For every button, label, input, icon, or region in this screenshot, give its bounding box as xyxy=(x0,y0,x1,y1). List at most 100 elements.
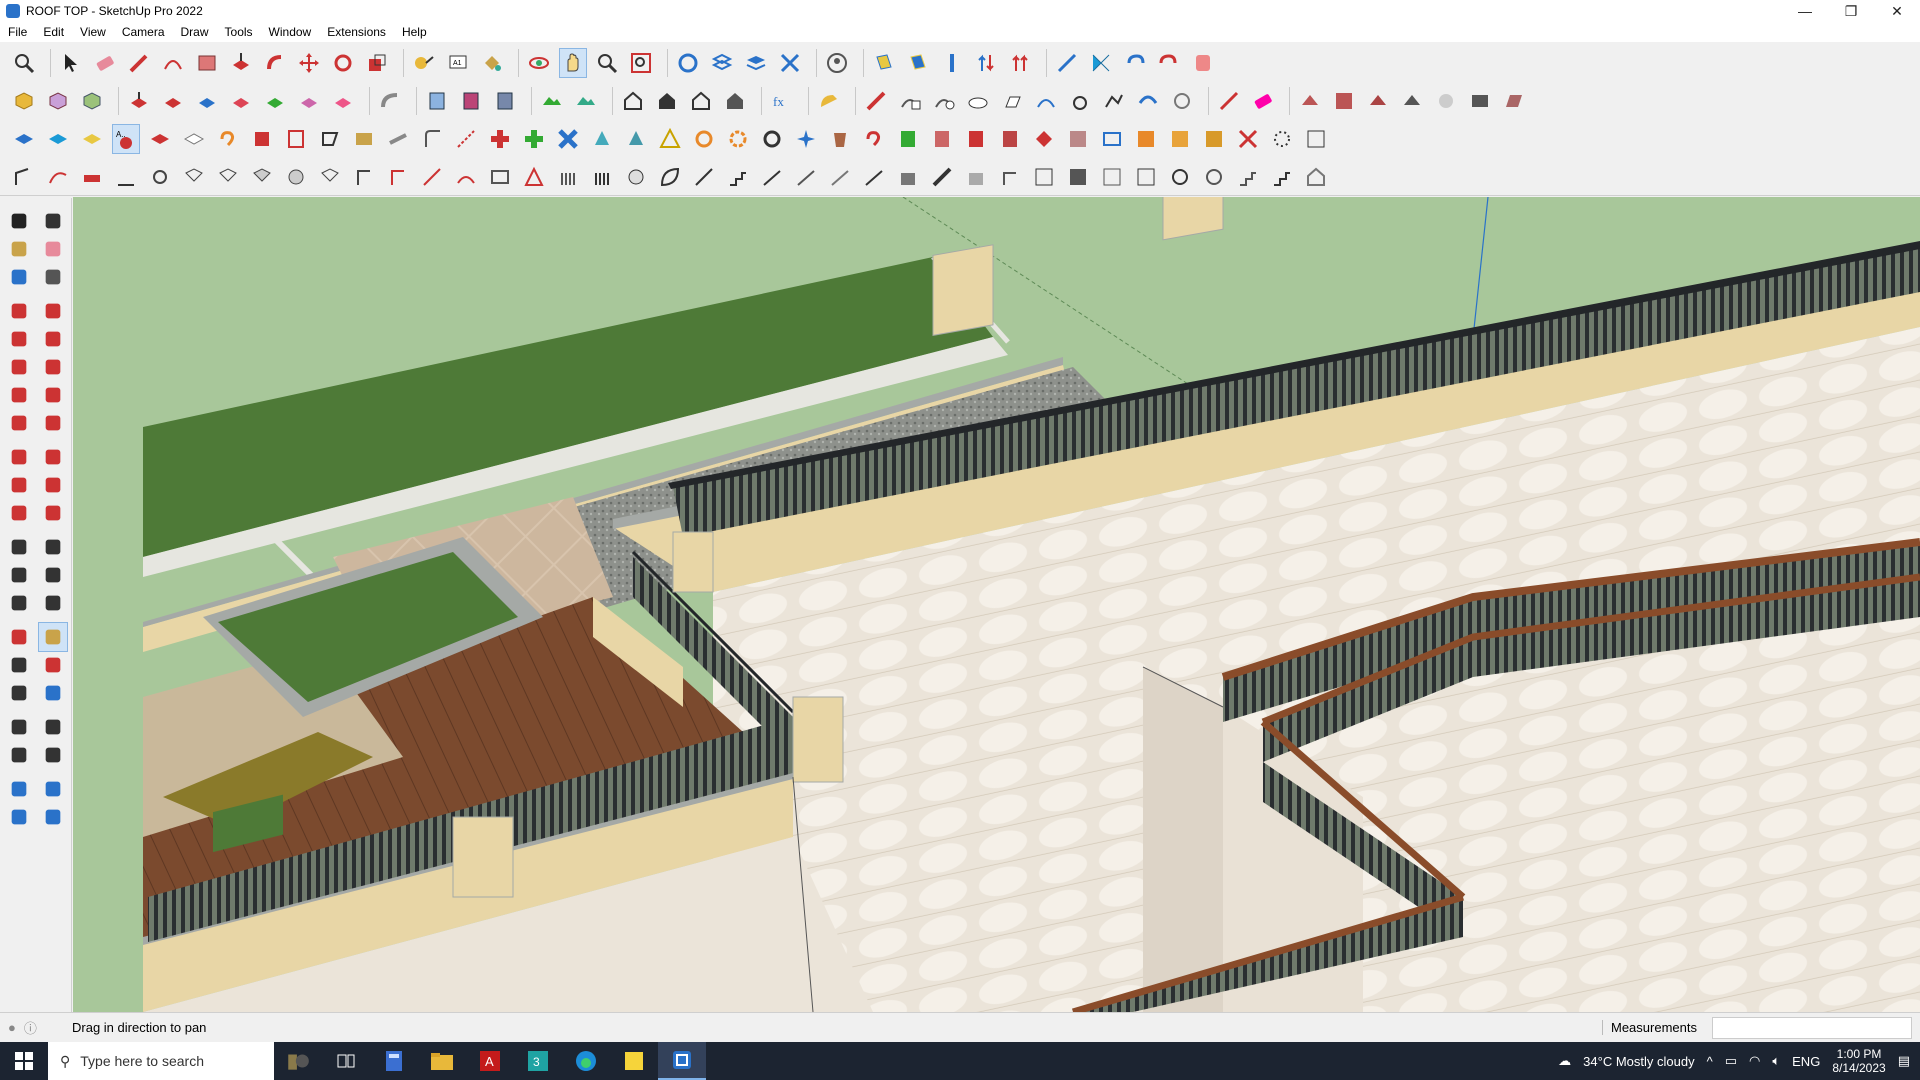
pan-icon[interactable] xyxy=(38,622,68,652)
warning-icon[interactable] xyxy=(656,124,684,154)
spiral-2-icon[interactable] xyxy=(1166,162,1194,192)
push-down-icon[interactable] xyxy=(1006,48,1034,78)
orbit-icon[interactable] xyxy=(4,622,34,652)
components-icon[interactable] xyxy=(708,48,736,78)
section-icon[interactable] xyxy=(870,48,898,78)
zoom-extents-icon[interactable] xyxy=(627,48,655,78)
zoom-icon[interactable] xyxy=(10,48,38,78)
taskbar-search[interactable]: ⚲ Type here to search xyxy=(48,1042,274,1080)
rotate-icon[interactable] xyxy=(4,470,34,500)
house-6-icon[interactable] xyxy=(928,162,956,192)
protractor-icon[interactable] xyxy=(4,560,34,590)
tile-3-icon[interactable] xyxy=(1200,124,1228,154)
move-icon[interactable] xyxy=(295,48,323,78)
text-icon[interactable] xyxy=(38,560,68,590)
warehouse-icon[interactable] xyxy=(4,774,34,804)
car-icon[interactable] xyxy=(78,162,106,192)
volume-icon[interactable]: 🔈︎ xyxy=(1772,1053,1780,1069)
component-icon[interactable] xyxy=(4,262,34,292)
file-explorer-icon[interactable] xyxy=(418,1042,466,1080)
pan-icon[interactable] xyxy=(559,48,587,78)
redo-icon[interactable] xyxy=(1155,48,1183,78)
curve-tool-2-icon[interactable] xyxy=(44,162,72,192)
menu-draw[interactable]: Draw xyxy=(173,25,217,39)
grid-4-icon[interactable] xyxy=(1064,162,1092,192)
walk-icon[interactable] xyxy=(4,740,34,770)
shape-4-icon[interactable] xyxy=(282,162,310,192)
rectangle-icon[interactable] xyxy=(4,324,34,354)
red-arrow-icon[interactable] xyxy=(1215,86,1243,116)
circle-icon[interactable] xyxy=(4,352,34,382)
roof-3-icon[interactable] xyxy=(1398,86,1426,116)
house-4-icon[interactable] xyxy=(721,86,749,116)
look-around-icon[interactable] xyxy=(38,712,68,742)
grab-icon[interactable] xyxy=(622,162,650,192)
circle-shape-icon[interactable] xyxy=(930,86,958,116)
select-icon[interactable] xyxy=(4,206,34,236)
extension-icon[interactable] xyxy=(38,774,68,804)
shape-icon[interactable] xyxy=(180,162,208,192)
push-up-icon[interactable] xyxy=(972,48,1000,78)
ramp-icon[interactable] xyxy=(758,162,786,192)
model-viewport[interactable] xyxy=(73,197,1920,1012)
notifications-icon[interactable]: ▤ xyxy=(1898,1053,1910,1069)
box-icon[interactable] xyxy=(10,86,38,116)
solid-icon[interactable] xyxy=(78,86,106,116)
weather-text[interactable]: 34°C Mostly cloudy xyxy=(1583,1054,1694,1069)
red-tool-3-icon[interactable] xyxy=(996,124,1024,154)
red-cross-icon[interactable] xyxy=(486,124,514,154)
menu-edit[interactable]: Edit xyxy=(35,25,72,39)
previous-icon[interactable] xyxy=(38,678,68,708)
section-icon[interactable] xyxy=(38,740,68,770)
bucket-icon[interactable] xyxy=(826,124,854,154)
grid-2-icon[interactable] xyxy=(1302,124,1330,154)
leaf-2-icon[interactable] xyxy=(690,162,718,192)
triangle-icon[interactable] xyxy=(520,162,548,192)
rotate-icon[interactable] xyxy=(329,48,357,78)
bezier-icon[interactable] xyxy=(452,124,480,154)
battery-icon[interactable]: ▭ xyxy=(1725,1053,1737,1069)
sticky-notes-icon[interactable] xyxy=(610,1042,658,1080)
house-8-icon[interactable] xyxy=(996,162,1024,192)
shape-5-icon[interactable] xyxy=(316,162,344,192)
tile-icon[interactable] xyxy=(1132,124,1160,154)
outer-shell-icon[interactable] xyxy=(295,86,323,116)
grid-6-icon[interactable] xyxy=(1132,162,1160,192)
zoom-extents-icon[interactable] xyxy=(4,678,34,708)
home-icon[interactable] xyxy=(1302,162,1330,192)
red-loop-icon[interactable] xyxy=(860,124,888,154)
roof-2-icon[interactable] xyxy=(1364,86,1392,116)
sketchup-taskbar-icon[interactable] xyxy=(658,1042,706,1080)
offset-icon[interactable] xyxy=(38,498,68,528)
calculator-icon[interactable] xyxy=(370,1042,418,1080)
intersect-icon[interactable] xyxy=(193,86,221,116)
wifi-icon[interactable]: ◠ xyxy=(1749,1053,1760,1069)
line-icon[interactable] xyxy=(4,296,34,326)
spiral-icon[interactable] xyxy=(1066,86,1094,116)
lasso-icon[interactable] xyxy=(38,206,68,236)
text-icon[interactable]: A1 xyxy=(444,48,472,78)
freehand-icon[interactable] xyxy=(38,296,68,326)
subtract-icon[interactable] xyxy=(159,86,187,116)
trim-icon[interactable] xyxy=(227,86,255,116)
union-icon[interactable] xyxy=(125,86,153,116)
hand-icon[interactable] xyxy=(1432,86,1460,116)
menu-camera[interactable]: Camera xyxy=(114,25,173,39)
leaf-icon[interactable] xyxy=(656,162,684,192)
ellipse-shape-icon[interactable] xyxy=(964,86,992,116)
stamp-icon[interactable] xyxy=(572,86,600,116)
menu-window[interactable]: Window xyxy=(261,25,320,39)
rectangle-icon[interactable] xyxy=(193,48,221,78)
people-icon[interactable] xyxy=(274,1042,322,1080)
task-view-icon[interactable] xyxy=(322,1042,370,1080)
house-icon[interactable] xyxy=(619,86,647,116)
box-3-icon[interactable] xyxy=(1500,86,1528,116)
lines-icon[interactable] xyxy=(282,124,310,154)
layers-icon[interactable] xyxy=(4,802,34,832)
maximize-button[interactable]: ❐ xyxy=(1828,0,1874,22)
polyline-icon[interactable] xyxy=(1100,86,1128,116)
select-icon[interactable] xyxy=(57,48,85,78)
stairs-icon[interactable] xyxy=(491,86,519,116)
blue-plane-icon[interactable] xyxy=(10,124,38,154)
close-button[interactable]: ✕ xyxy=(1874,0,1920,22)
